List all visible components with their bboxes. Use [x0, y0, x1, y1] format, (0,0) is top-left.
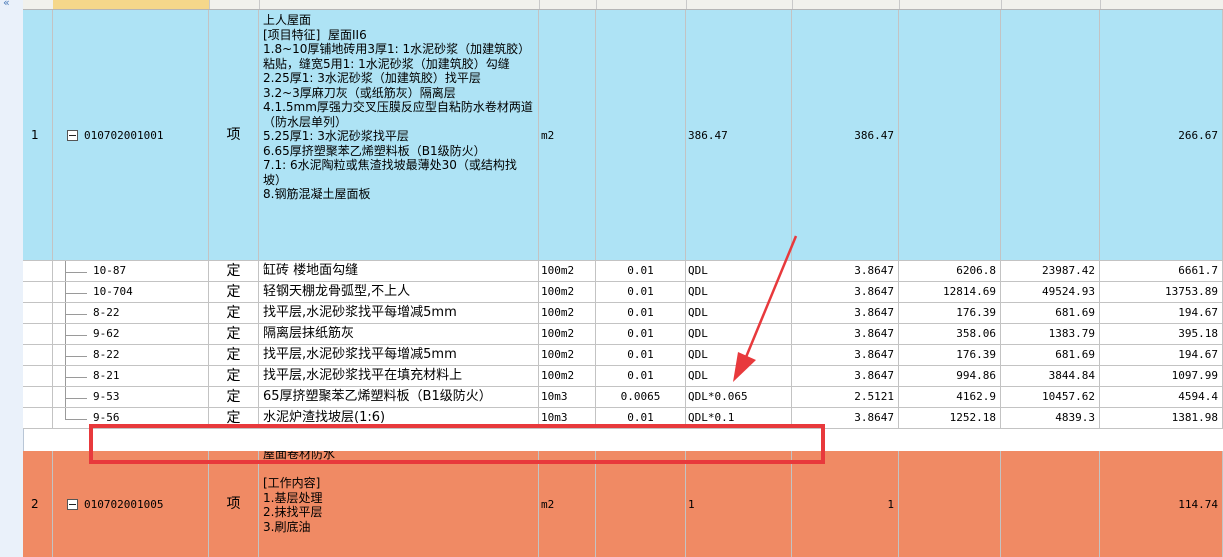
annotation-arrow-icon [733, 235, 798, 382]
